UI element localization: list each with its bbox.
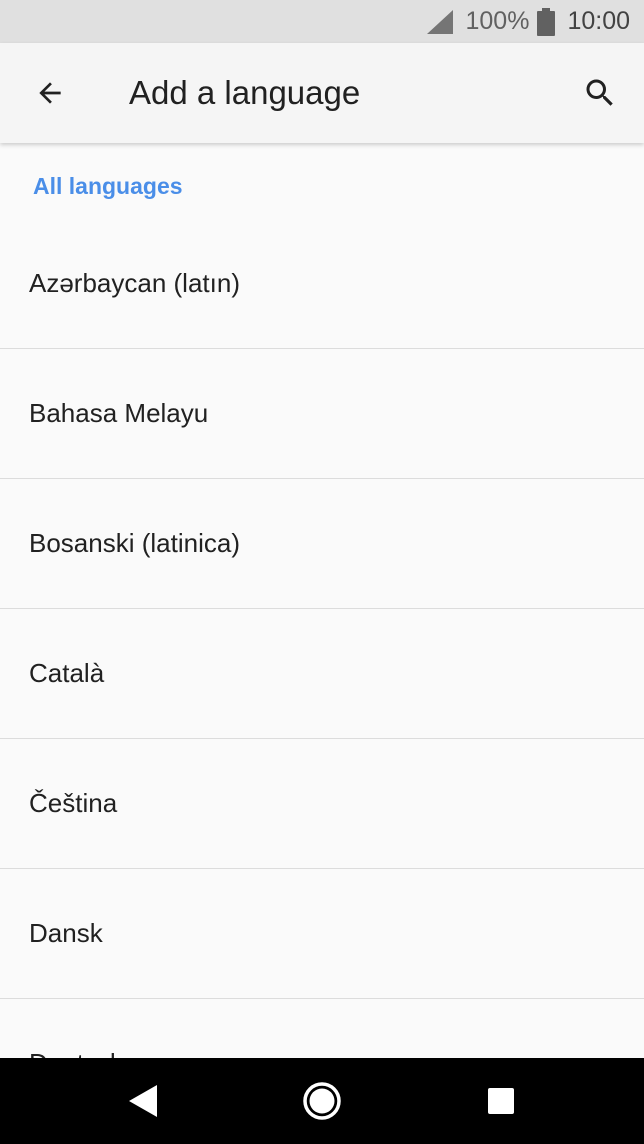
list-item[interactable]: Bahasa Melayu bbox=[0, 349, 644, 479]
nav-back-button[interactable] bbox=[118, 1076, 168, 1126]
search-button[interactable] bbox=[576, 69, 624, 117]
signal-icon bbox=[427, 9, 454, 34]
navigation-bar bbox=[0, 1058, 644, 1144]
list-item[interactable]: Deutsch bbox=[0, 999, 644, 1058]
list-item[interactable]: Bosanski (latinica) bbox=[0, 479, 644, 609]
circle-home-icon bbox=[303, 1082, 341, 1120]
search-icon bbox=[586, 79, 613, 106]
screen: 100% 10:00 Add a language All languages … bbox=[0, 0, 644, 1144]
list-item[interactable]: Català bbox=[0, 609, 644, 739]
language-list-container[interactable]: All languages Azərbaycan (latın) Bahasa … bbox=[0, 143, 644, 1058]
nav-home-button[interactable] bbox=[297, 1076, 347, 1126]
back-button[interactable] bbox=[22, 69, 78, 117]
list-item[interactable]: Dansk bbox=[0, 869, 644, 999]
square-recents-icon bbox=[488, 1088, 514, 1114]
nav-recents-button[interactable] bbox=[476, 1076, 526, 1126]
status-bar: 100% 10:00 bbox=[0, 0, 644, 43]
list-item[interactable]: Azərbaycan (latın) bbox=[0, 219, 644, 349]
battery-percent: 100% bbox=[465, 7, 530, 35]
triangle-back-icon bbox=[129, 1085, 157, 1117]
app-bar: Add a language bbox=[0, 43, 644, 143]
language-list: Azərbaycan (latın) Bahasa Melayu Bosansk… bbox=[0, 219, 644, 1058]
clock-time: 10:00 bbox=[567, 7, 630, 35]
section-header: All languages bbox=[33, 173, 183, 199]
page-title: Add a language bbox=[129, 74, 361, 111]
arrow-left-icon bbox=[39, 82, 61, 104]
list-item[interactable]: Čeština bbox=[0, 739, 644, 869]
battery-icon bbox=[537, 7, 556, 36]
